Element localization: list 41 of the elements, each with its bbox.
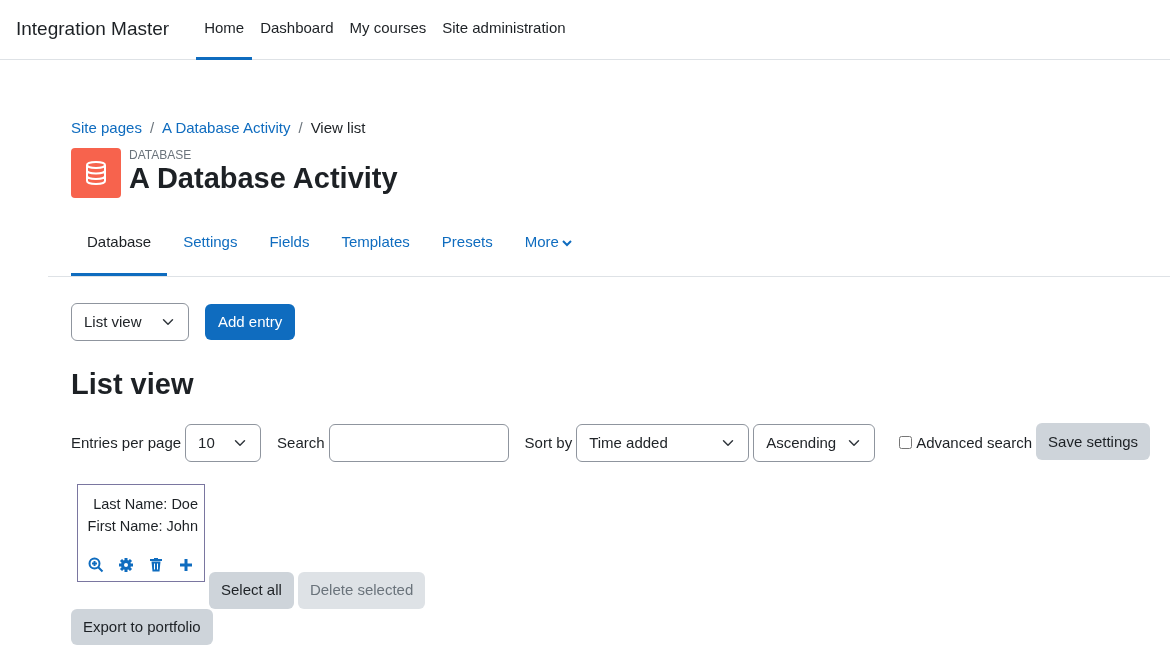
nav-link[interactable]: Home [196,0,253,60]
sort-select[interactable]: Time added [576,423,750,462]
entry-field: Last Name: Doe [84,492,198,515]
entry-field: First Name: John [84,514,198,537]
nav-link[interactable]: Site administration [434,0,574,60]
entries-select[interactable]: 10 [185,423,262,462]
activity-title: A Database Activity [129,161,398,196]
breadcrumb-link[interactable]: Site pages [71,117,142,140]
add-icon[interactable] [178,556,194,573]
breadcrumb-current: View list [310,118,366,138]
sort-label: Sort by [524,432,573,453]
database-icon [71,147,121,198]
breadcrumb-separator: / [149,118,155,138]
site-name: Integration Master [16,17,170,42]
view-select[interactable]: List view [71,303,189,341]
tab[interactable]: Templates [325,217,426,276]
settings-icon[interactable] [118,556,134,573]
checkbox[interactable] [899,436,913,450]
page-heading: List view [71,367,195,402]
entries-label: Entries per page [71,432,182,453]
zoom-in-icon[interactable] [88,556,104,573]
nav-link[interactable]: Dashboard [252,0,342,60]
search-label: Search [277,432,325,453]
order-select[interactable]: Ascending [753,423,876,462]
tab[interactable]: Fields [253,217,326,276]
add-entry-button[interactable]: Add entry [205,303,296,341]
breadcrumb-separator: / [298,118,303,138]
trash-icon[interactable] [148,556,164,573]
save-settings-button[interactable]: Save settings [1036,423,1151,461]
checkbox-label: Advanced search [916,432,1033,453]
tab[interactable]: More [508,217,588,276]
breadcrumb-link[interactable]: A Database Activity [162,117,291,140]
activity-type: DATABASE [129,149,193,162]
tab[interactable]: Presets [425,217,509,276]
chevron-down-icon[interactable] [561,238,572,247]
export-button[interactable]: Export to portfolio [71,608,213,645]
action-button[interactable]: Select all [209,571,294,609]
nav-link[interactable]: My courses [341,0,435,60]
tab[interactable]: Database [71,217,168,276]
tab[interactable]: Settings [167,217,254,276]
search-field[interactable] [328,423,509,462]
